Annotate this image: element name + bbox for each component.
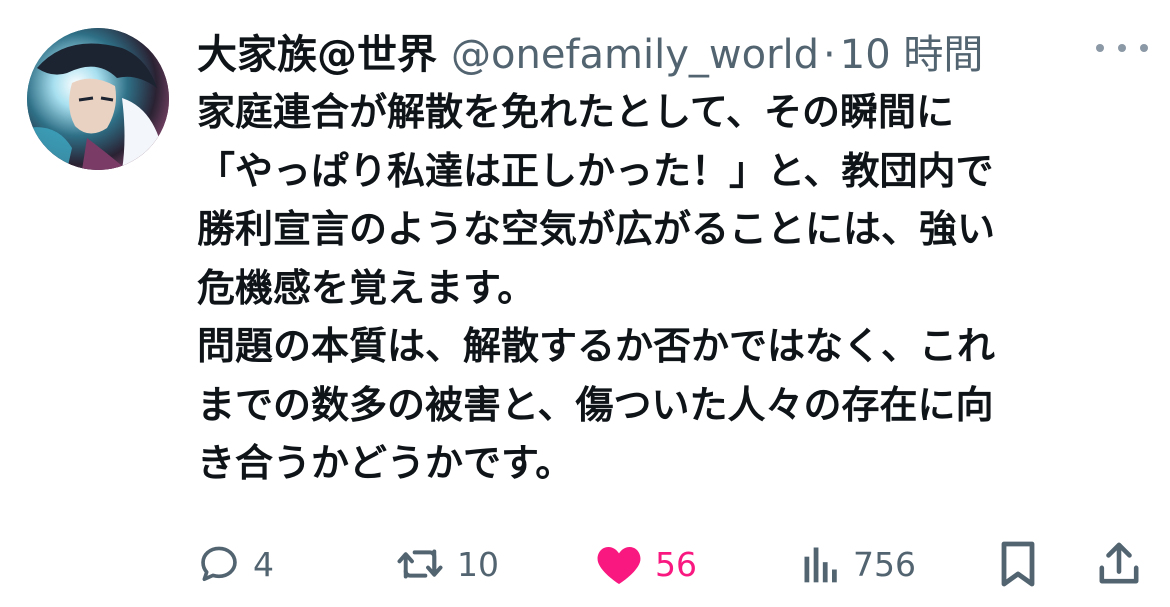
like-button[interactable]: 56 [595,538,697,590]
tweet-line: までの数多の被害と、傷ついた人々の存在に向 [197,382,994,427]
author-display-name[interactable]: 大家族@世界 [197,22,437,80]
more-dot [1118,44,1126,52]
share-button[interactable] [1098,538,1140,590]
author-handle[interactable]: @onefamily_world [451,32,819,78]
share-icon [1098,540,1140,588]
reply-icon [197,542,241,586]
views-button[interactable]: 756 [801,538,916,590]
more-dot [1096,44,1104,52]
more-dot [1140,44,1148,52]
heart-icon [595,542,643,586]
retweet-icon [395,542,445,586]
reply-count: 4 [253,544,274,584]
views-count: 756 [853,544,916,584]
retweet-button[interactable]: 10 [395,538,499,590]
separator-dot: · [823,32,836,78]
tweet-line: 危機感を覚えます。 [197,265,536,310]
retweet-count: 10 [457,544,499,584]
bookmark-button[interactable] [998,538,1038,590]
tweet-line: 家庭連合が解散を免れたとして、その瞬間に [197,90,954,134]
tweet-line: 勝利宣言のような空気が広がることには、強い [197,207,996,251]
tweet-actions: 4 10 56 756 [197,538,1147,590]
reply-button[interactable]: 4 [197,538,274,590]
tweet-header: 大家族@世界 @onefamily_world · 10 時間 [197,22,983,78]
tweet: 大家族@世界 @onefamily_world · 10 時間 家庭連合が解散を… [0,0,1170,607]
tweet-line: 問題の本質は、解散するか否かではなく、これ [197,324,996,368]
avatar-illustration [27,28,169,170]
bookmark-icon [998,540,1038,588]
like-count: 56 [655,544,697,584]
tweet-text: 家庭連合が解散を免れたとして、その瞬間に 「やっぱり私達は正しかった！」と、教団内… [197,83,1157,493]
more-options-icon[interactable] [1096,34,1148,62]
avatar[interactable] [27,28,169,170]
tweet-line: 「やっぱり私達は正しかった！」と、教団内で [197,148,994,193]
views-icon [801,542,841,586]
tweet-line: き合うかどうかです。 [197,441,574,485]
tweet-timestamp[interactable]: 10 時間 [840,22,984,80]
